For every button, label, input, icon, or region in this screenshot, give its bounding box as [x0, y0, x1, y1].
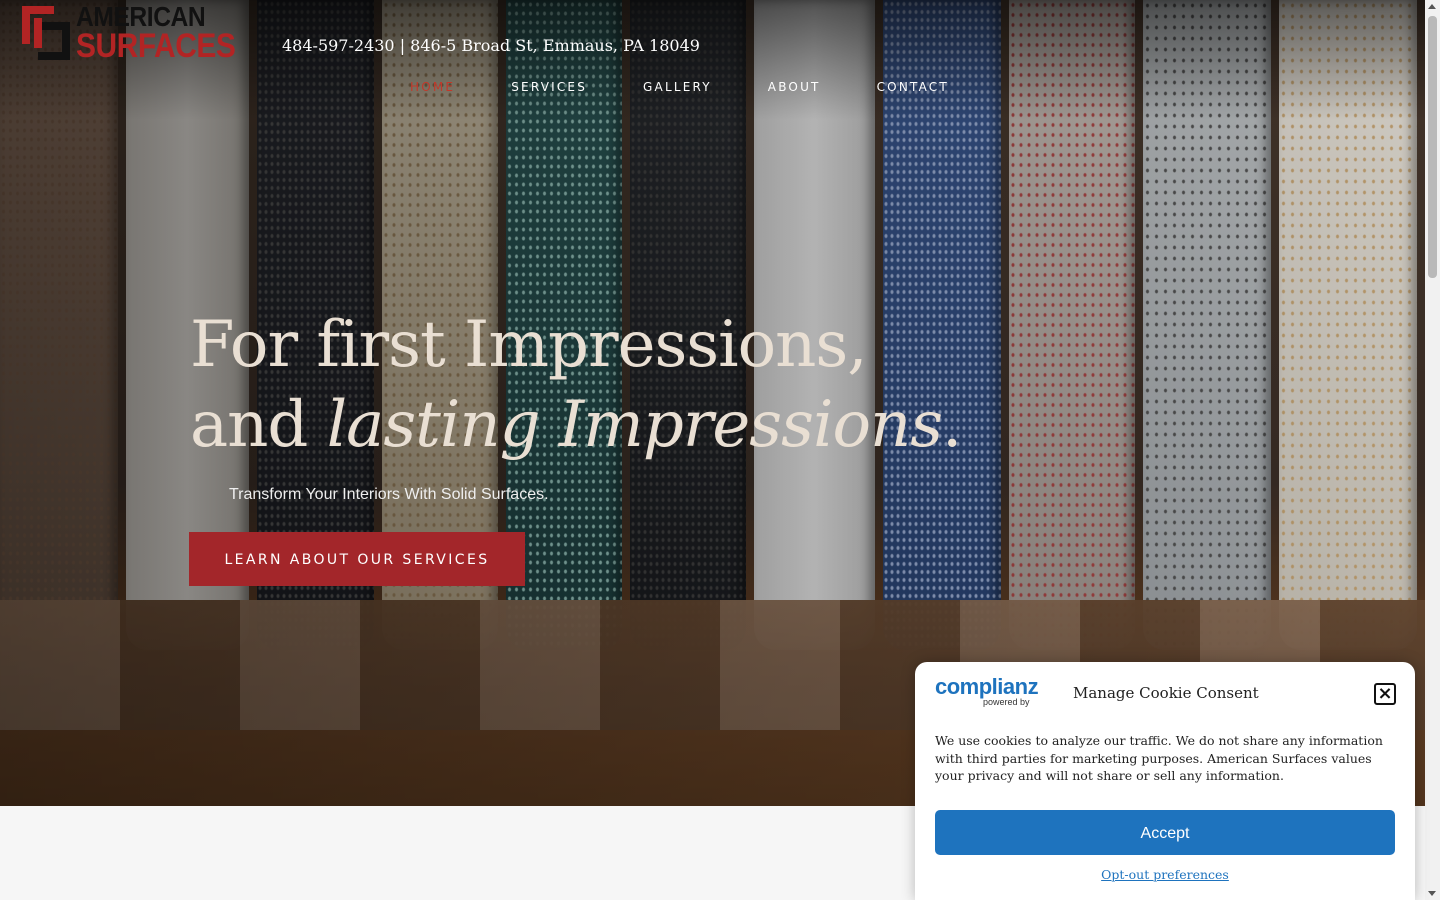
scrollbar-thumb[interactable]	[1428, 16, 1437, 278]
complianz-powered-by: powered by	[983, 697, 1030, 707]
nav-item-gallery[interactable]: GALLERY	[643, 80, 712, 94]
cookie-title: Manage Cookie Consent	[1073, 684, 1259, 702]
site-logo[interactable]: AMERICAN SURFACES	[18, 3, 236, 64]
hero-subtitle: Transform Your Interiors With Solid Surf…	[229, 486, 549, 503]
header-contact-line[interactable]: 484-597-2430 | 846-5 Broad St, Emmaus, P…	[282, 36, 700, 55]
complianz-brand: complianz	[935, 674, 1039, 699]
close-icon[interactable]: ×	[1374, 683, 1396, 705]
nav-item-home[interactable]: HOME	[410, 80, 455, 94]
scroll-up-arrow-icon[interactable]	[1428, 4, 1436, 9]
cookie-consent-panel: complianz powered by Manage Cookie Conse…	[915, 662, 1415, 900]
hero-headline: For first Impressions, and lasting Impre…	[190, 305, 1090, 465]
logo-wordmark: AMERICAN SURFACES	[76, 3, 257, 65]
headline-line-1: For first Impressions,	[190, 308, 868, 382]
main-nav: HOME SERVICES GALLERY ABOUT CONTACT	[410, 80, 1005, 94]
logo-line-2: SURFACES	[76, 27, 236, 65]
opt-out-preferences-link[interactable]: Opt-out preferences	[915, 867, 1415, 882]
headline-line-2-end: .	[942, 388, 962, 462]
accept-cookies-button[interactable]: Accept	[935, 810, 1395, 855]
cookie-body-text: We use cookies to analyze our traffic. W…	[935, 733, 1383, 783]
headline-line-2: and lasting Impressions.	[190, 388, 962, 462]
learn-services-button[interactable]: LEARN ABOUT OUR SERVICES	[189, 532, 525, 586]
complianz-logo: complianz powered by	[935, 674, 1045, 707]
headline-line-2-plain: and	[190, 388, 327, 462]
nav-item-services[interactable]: SERVICES	[511, 80, 587, 94]
headline-line-2-italic: lasting Impressions	[326, 388, 943, 462]
page-scrollbar[interactable]	[1425, 0, 1440, 900]
nav-item-about[interactable]: ABOUT	[768, 80, 821, 94]
logo-mark-icon	[22, 6, 70, 60]
nav-item-contact[interactable]: CONTACT	[877, 80, 949, 94]
scroll-down-arrow-icon[interactable]	[1428, 891, 1436, 896]
